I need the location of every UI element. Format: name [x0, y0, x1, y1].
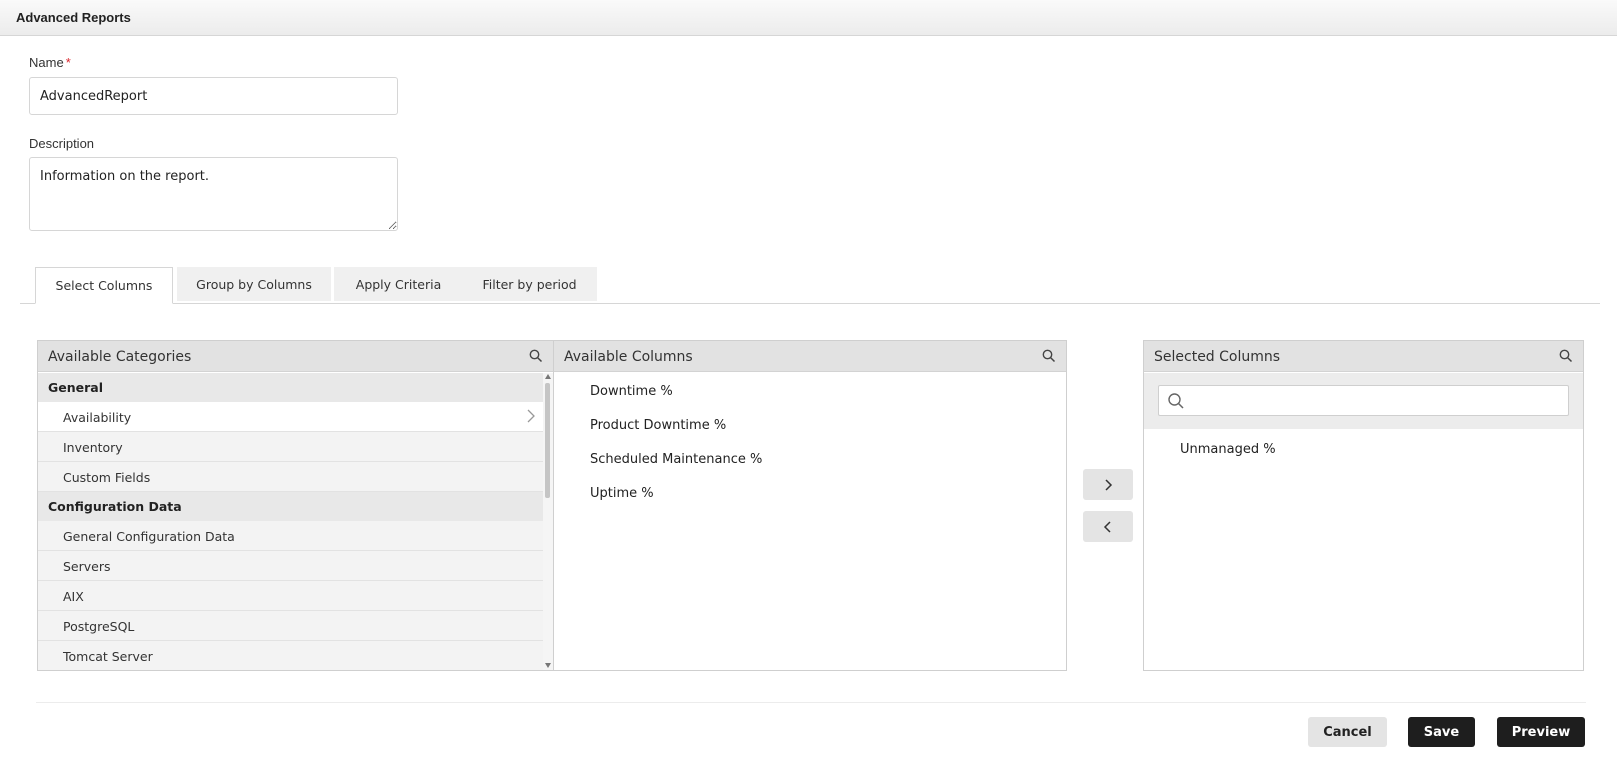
search-icon[interactable]: [1559, 349, 1573, 363]
name-label-text: Name: [29, 55, 64, 70]
selected-search-box[interactable]: [1158, 385, 1569, 416]
column-item-uptime[interactable]: Uptime %: [554, 477, 1066, 511]
column-item-downtime[interactable]: Downtime %: [554, 375, 1066, 409]
tab-apply-criteria[interactable]: Apply Criteria: [334, 267, 463, 301]
category-group-configuration-data: Configuration Data: [38, 492, 543, 521]
column-item-scheduled-maintenance[interactable]: Scheduled Maintenance %: [554, 443, 1066, 477]
category-item-servers[interactable]: Servers: [38, 551, 543, 581]
selected-columns-title: Selected Columns: [1154, 349, 1281, 365]
selected-item-unmanaged[interactable]: Unmanaged %: [1144, 433, 1583, 467]
save-button[interactable]: Save: [1408, 717, 1475, 747]
page-title: Advanced Reports: [16, 10, 131, 25]
available-columns-panel: Available Columns Downtime % Product Dow…: [553, 340, 1067, 671]
selected-columns-list: Unmanaged %: [1144, 433, 1583, 467]
available-categories-header: Available Categories: [38, 341, 553, 372]
tab-filter-by-period[interactable]: Filter by period: [462, 267, 597, 301]
description-label: Description: [29, 136, 95, 151]
search-icon: [1168, 393, 1184, 409]
search-icon[interactable]: [1042, 349, 1056, 363]
chevron-right-icon: [1105, 478, 1113, 491]
available-categories-panel: Available Categories General Availabilit…: [37, 340, 554, 671]
add-column-button[interactable]: [1083, 469, 1133, 500]
available-categories-title: Available Categories: [48, 349, 192, 365]
column-item-product-downtime[interactable]: Product Downtime %: [554, 409, 1066, 443]
category-item-postgresql[interactable]: PostgreSQL: [38, 611, 543, 641]
tab-group-by-columns[interactable]: Group by Columns: [177, 267, 331, 301]
category-list: General Availability Inventory Custom Fi…: [38, 373, 543, 670]
name-input[interactable]: [29, 77, 398, 115]
name-label: Name *: [29, 55, 71, 70]
category-item-inventory[interactable]: Inventory: [38, 432, 543, 462]
chevron-left-icon: [1103, 520, 1111, 533]
scroll-up-icon[interactable]: [545, 374, 551, 379]
preview-button[interactable]: Preview: [1497, 717, 1585, 747]
available-columns-title: Available Columns: [564, 349, 693, 365]
available-columns-header: Available Columns: [554, 341, 1066, 372]
required-mark: *: [65, 55, 71, 70]
selected-columns-panel: Selected Columns Unmanaged %: [1143, 340, 1584, 671]
app-header: Advanced Reports: [0, 0, 1617, 36]
search-icon[interactable]: [529, 349, 543, 363]
scroll-thumb[interactable]: [545, 383, 550, 498]
selected-search-input[interactable]: [1189, 390, 1559, 412]
scroll-down-icon[interactable]: [545, 663, 551, 668]
category-item-custom-fields[interactable]: Custom Fields: [38, 462, 543, 492]
category-item-label: Availability: [63, 410, 132, 425]
description-textarea[interactable]: Information on the report.: [29, 157, 398, 231]
cancel-button[interactable]: Cancel: [1308, 717, 1387, 747]
category-scrollbar[interactable]: [543, 373, 553, 670]
report-tabs: Select Columns Group by Columns Apply Cr…: [20, 267, 1600, 304]
remove-column-button[interactable]: [1083, 511, 1133, 542]
category-group-general: General: [38, 373, 543, 402]
tab-select-columns[interactable]: Select Columns: [35, 267, 173, 304]
category-item-aix[interactable]: AIX: [38, 581, 543, 611]
category-item-availability[interactable]: Availability: [38, 402, 543, 432]
category-item-general-configuration-data[interactable]: General Configuration Data: [38, 521, 543, 551]
available-columns-list: Downtime % Product Downtime % Scheduled …: [554, 372, 1066, 511]
chevron-right-icon: [527, 409, 535, 423]
category-item-tomcat-server[interactable]: Tomcat Server: [38, 641, 543, 670]
footer-divider: [36, 702, 1586, 703]
selected-columns-header: Selected Columns: [1144, 341, 1583, 372]
